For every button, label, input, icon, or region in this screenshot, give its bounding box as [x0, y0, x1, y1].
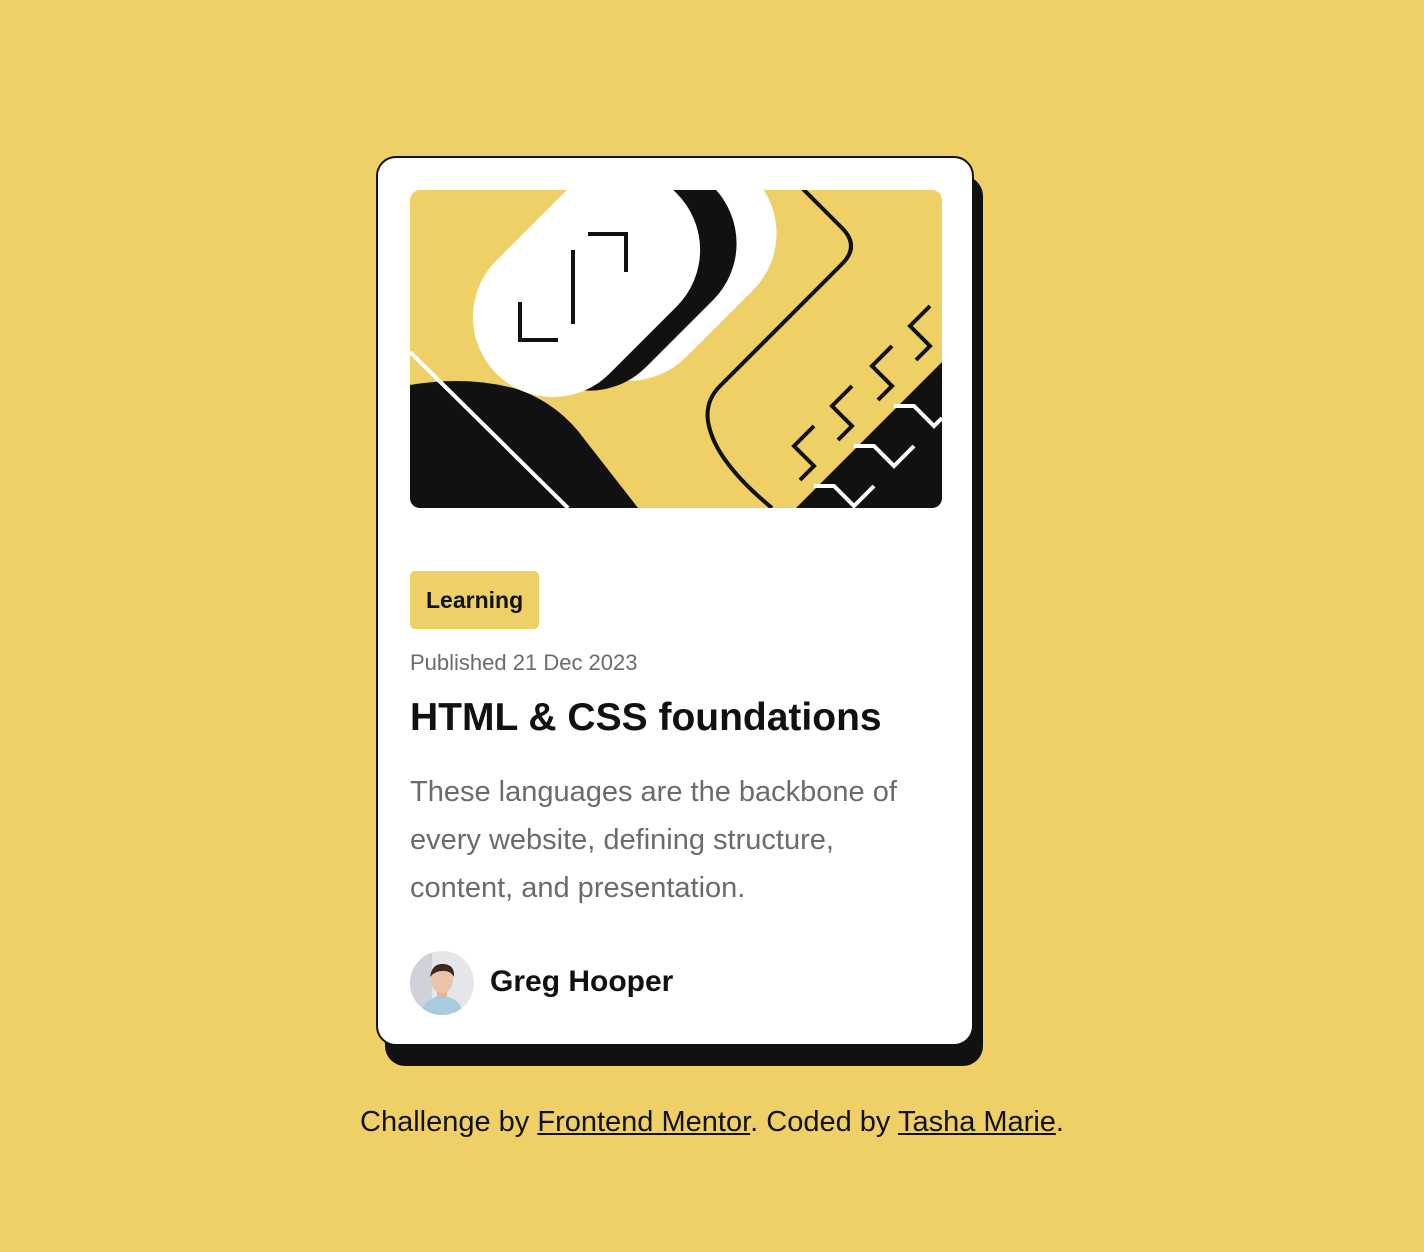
illustration-article	[410, 190, 942, 508]
attribution-middle: . Coded by	[750, 1106, 898, 1138]
avatar-photo	[410, 951, 474, 1015]
blog-preview-card: Learning Published 21 Dec 2023 HTML & CS…	[376, 156, 974, 1046]
category-badge: Learning	[410, 571, 540, 629]
card-description: These languages are the backbone of ever…	[410, 776, 897, 904]
attribution-suffix: .	[1055, 1106, 1064, 1138]
published-date: Published 21 Dec 2023	[410, 650, 638, 675]
author-link[interactable]: Tasha Marie	[898, 1106, 1056, 1138]
card-title[interactable]: HTML & CSS foundations	[410, 696, 882, 740]
author-name: Greg Hooper	[490, 965, 674, 998]
attribution-prefix: Challenge by	[360, 1106, 538, 1138]
attribution: Challenge by Frontend Mentor. Coded by T…	[0, 1106, 1424, 1139]
frontend-mentor-link[interactable]: Frontend Mentor	[537, 1106, 750, 1138]
